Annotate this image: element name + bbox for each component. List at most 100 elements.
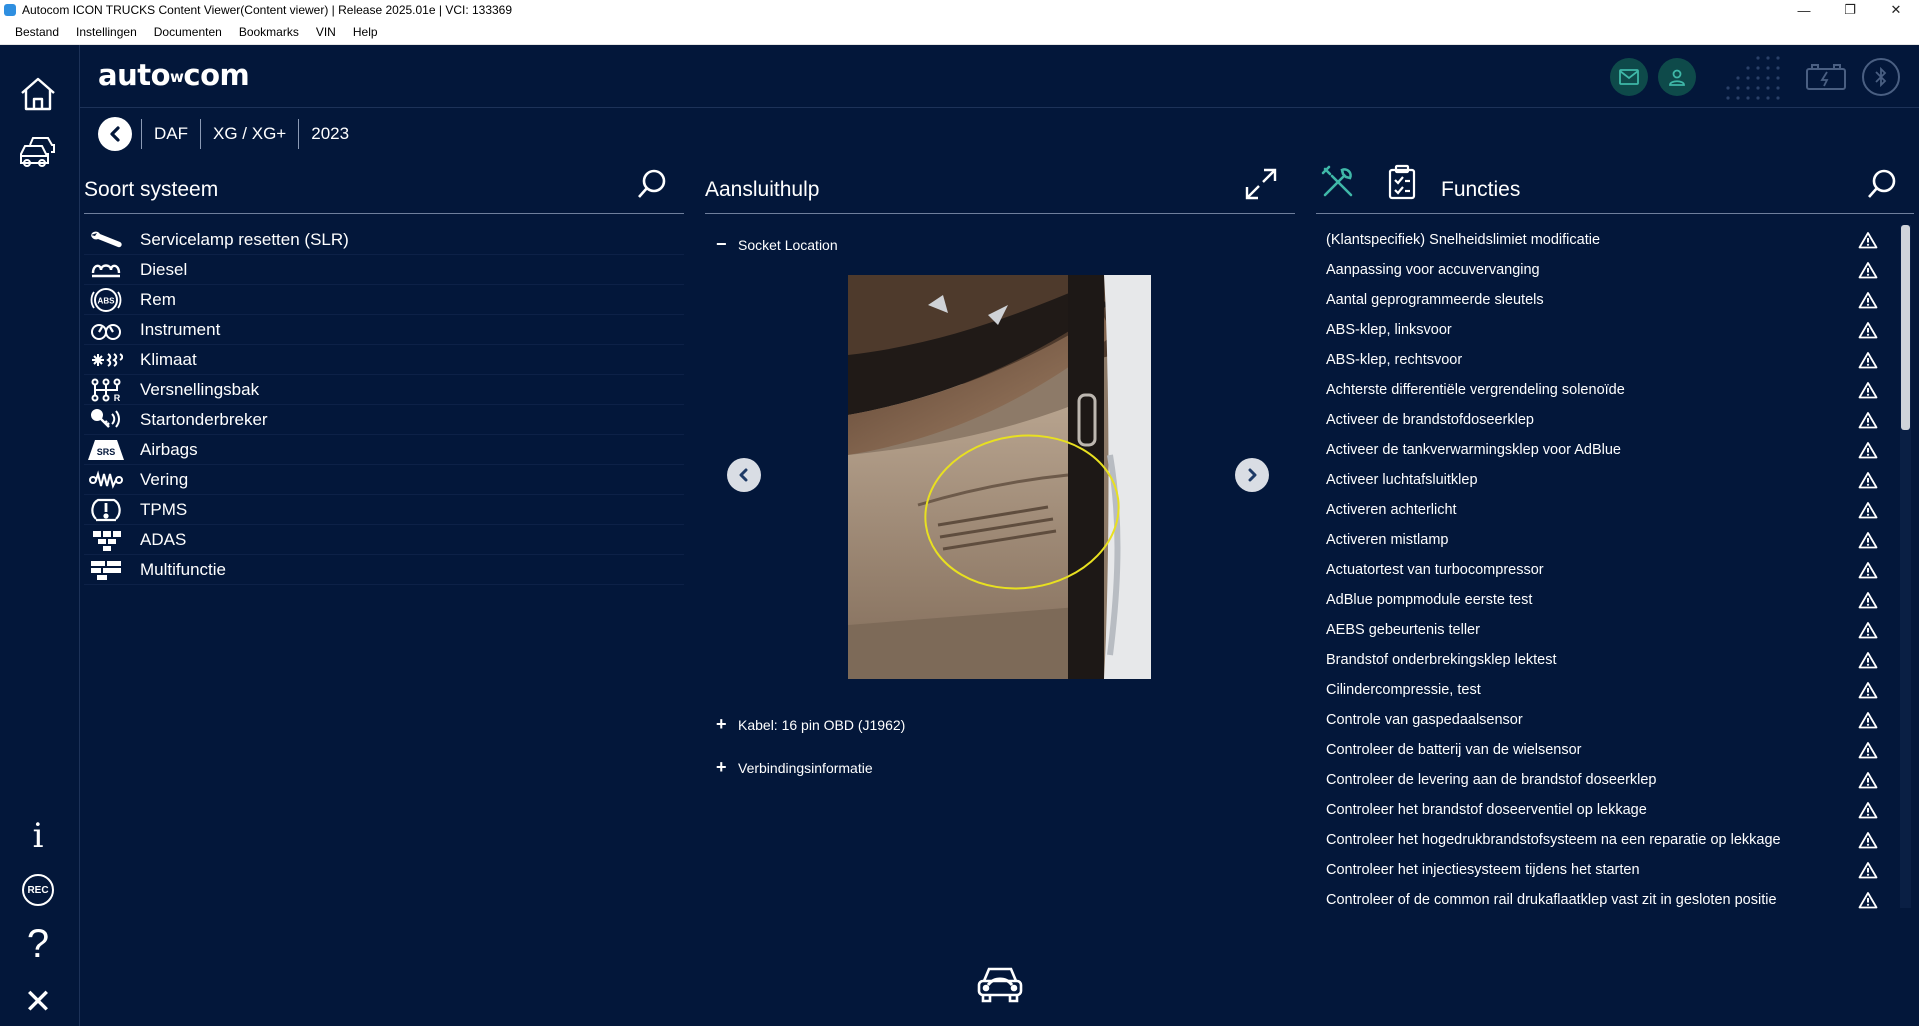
- info-button[interactable]: i: [15, 813, 61, 859]
- functions-search-button[interactable]: [1864, 166, 1900, 202]
- system-label: Startonderbreker: [140, 409, 268, 429]
- system-item[interactable]: TPMS: [84, 495, 684, 525]
- system-item[interactable]: Instrument: [84, 315, 684, 345]
- socket-location-toggle[interactable]: − Socket Location: [716, 234, 838, 255]
- menu-bestand[interactable]: Bestand: [7, 20, 68, 45]
- menu-help[interactable]: Help: [345, 20, 387, 45]
- warning-icon: [1858, 322, 1878, 339]
- function-item[interactable]: Controleer of de common rail drukaflaatk…: [1318, 885, 1888, 915]
- system-item[interactable]: Multifunctie: [84, 555, 684, 585]
- function-item[interactable]: AEBS gebeurtenis teller: [1318, 615, 1888, 645]
- vehicle-select-button[interactable]: [15, 129, 61, 175]
- messages-button[interactable]: [1610, 58, 1648, 96]
- system-item[interactable]: ABS Rem: [84, 285, 684, 315]
- function-item[interactable]: Controle van gaspedaalsensor: [1318, 705, 1888, 735]
- warning-icon: [1858, 262, 1878, 279]
- cable-info-toggle[interactable]: + Kabel: 16 pin OBD (J1962): [716, 714, 905, 735]
- expand-plus-icon: +: [716, 714, 727, 734]
- breadcrumb-year[interactable]: 2023: [298, 119, 361, 149]
- connection-info-toggle[interactable]: + Verbindingsinformatie: [716, 757, 873, 778]
- function-label: ABS-klep, rechtsvoor: [1326, 352, 1463, 368]
- rec-icon: REC: [22, 874, 54, 906]
- warning-icon: [1858, 562, 1878, 579]
- glow-plug-icon: [84, 257, 128, 283]
- system-label: Instrument: [140, 319, 221, 339]
- next-image-button[interactable]: [1235, 458, 1269, 492]
- functions-scrollbar[interactable]: [1900, 225, 1911, 908]
- function-item[interactable]: Aanpassing voor accuvervanging: [1318, 255, 1888, 285]
- system-item[interactable]: SRS Airbags: [84, 435, 684, 465]
- menu-documenten[interactable]: Documenten: [146, 20, 231, 45]
- system-item[interactable]: ADAS: [84, 525, 684, 555]
- system-item[interactable]: Vering: [84, 465, 684, 495]
- function-item[interactable]: Controleer de levering aan de brandstof …: [1318, 765, 1888, 795]
- system-item[interactable]: Servicelamp resetten (SLR): [84, 225, 684, 255]
- srs-label: SRS: [97, 447, 116, 457]
- bluetooth-icon: [1875, 67, 1887, 87]
- systems-panel-rule: [84, 213, 684, 214]
- systems-panel-title: Soort systeem: [84, 178, 219, 201]
- chevron-left-icon: [739, 468, 748, 482]
- logo-mark: w: [170, 68, 184, 86]
- search-icon: [1868, 169, 1896, 198]
- previous-image-button[interactable]: [727, 458, 761, 492]
- system-item[interactable]: R Versnellingsbak: [84, 375, 684, 405]
- maximize-button[interactable]: ❐: [1827, 0, 1873, 20]
- function-item[interactable]: ABS-klep, linksvoor: [1318, 315, 1888, 345]
- help-button[interactable]: ?: [15, 921, 61, 967]
- menu-vin[interactable]: VIN: [308, 20, 345, 45]
- function-item[interactable]: Activeer de brandstofdoseerklep: [1318, 405, 1888, 435]
- systems-search-button[interactable]: [634, 166, 670, 202]
- menu-bookmarks[interactable]: Bookmarks: [231, 20, 308, 45]
- logo-text-2: com: [183, 58, 250, 92]
- function-item[interactable]: Controleer het brandstof doseerventiel o…: [1318, 795, 1888, 825]
- scrollbar-thumb[interactable]: [1901, 225, 1910, 430]
- system-label: Vering: [140, 469, 189, 489]
- function-item[interactable]: (Klantspecifiek) Snelheidslimiet modific…: [1318, 225, 1888, 255]
- system-label: Servicelamp resetten (SLR): [140, 229, 349, 249]
- connection-panel-rule: [705, 213, 1295, 214]
- home-button[interactable]: [15, 71, 61, 117]
- account-button[interactable]: [1658, 58, 1696, 96]
- system-item[interactable]: Klimaat: [84, 345, 684, 375]
- functions-tab-button[interactable]: [1318, 162, 1358, 202]
- multifunction-icon: [84, 557, 128, 583]
- autocom-logo: autowcom: [98, 58, 250, 92]
- breadcrumb-model[interactable]: XG / XG+: [200, 119, 298, 149]
- function-item[interactable]: Activeren mistlamp: [1318, 525, 1888, 555]
- record-button[interactable]: REC: [15, 867, 61, 913]
- function-label: Controleer de batterij van de wielsensor: [1326, 742, 1582, 758]
- minimize-button[interactable]: —: [1781, 0, 1827, 20]
- expand-plus-icon: +: [716, 757, 727, 777]
- battery-status: [1803, 58, 1849, 96]
- bluetooth-status[interactable]: [1862, 58, 1900, 96]
- function-item[interactable]: ABS-klep, rechtsvoor: [1318, 345, 1888, 375]
- function-item[interactable]: Aantal geprogrammeerde sleutels: [1318, 285, 1888, 315]
- exit-button[interactable]: ✕: [15, 979, 61, 1025]
- function-item[interactable]: Controleer het injectiesysteem tijdens h…: [1318, 855, 1888, 885]
- expand-button[interactable]: [1241, 164, 1281, 204]
- function-item[interactable]: Cilindercompressie, test: [1318, 675, 1888, 705]
- function-item[interactable]: Achterste differentiële vergrendeling so…: [1318, 375, 1888, 405]
- chevron-right-icon: [1248, 468, 1257, 482]
- system-item[interactable]: Startonderbreker: [84, 405, 684, 435]
- breadcrumb-make[interactable]: DAF: [141, 119, 200, 149]
- function-item[interactable]: Activeren achterlicht: [1318, 495, 1888, 525]
- close-window-button[interactable]: ✕: [1873, 0, 1919, 20]
- adas-icon: [84, 527, 128, 553]
- function-item[interactable]: Controleer de batterij van de wielsensor: [1318, 735, 1888, 765]
- system-item[interactable]: Diesel: [84, 255, 684, 285]
- function-item[interactable]: AdBlue pompmodule eerste test: [1318, 585, 1888, 615]
- function-item[interactable]: Actuatortest van turbocompressor: [1318, 555, 1888, 585]
- function-label: Controleer het brandstof doseerventiel o…: [1326, 802, 1647, 818]
- function-item[interactable]: Activeer luchtafsluitklep: [1318, 465, 1888, 495]
- cable-label: Kabel: 16 pin OBD (J1962): [738, 716, 906, 733]
- back-button[interactable]: [98, 117, 132, 151]
- menu-instellingen[interactable]: Instellingen: [68, 20, 146, 45]
- function-item[interactable]: Activeer de tankverwarmingsklep voor AdB…: [1318, 435, 1888, 465]
- procedures-tab-button[interactable]: [1382, 162, 1422, 202]
- vehicle-connect-button[interactable]: [974, 963, 1026, 1007]
- function-item[interactable]: Brandstof onderbrekingsklep lektest: [1318, 645, 1888, 675]
- function-item[interactable]: Controleer het hogedrukbrandstofsysteem …: [1318, 825, 1888, 855]
- functions-list: (Klantspecifiek) Snelheidslimiet modific…: [1318, 225, 1888, 915]
